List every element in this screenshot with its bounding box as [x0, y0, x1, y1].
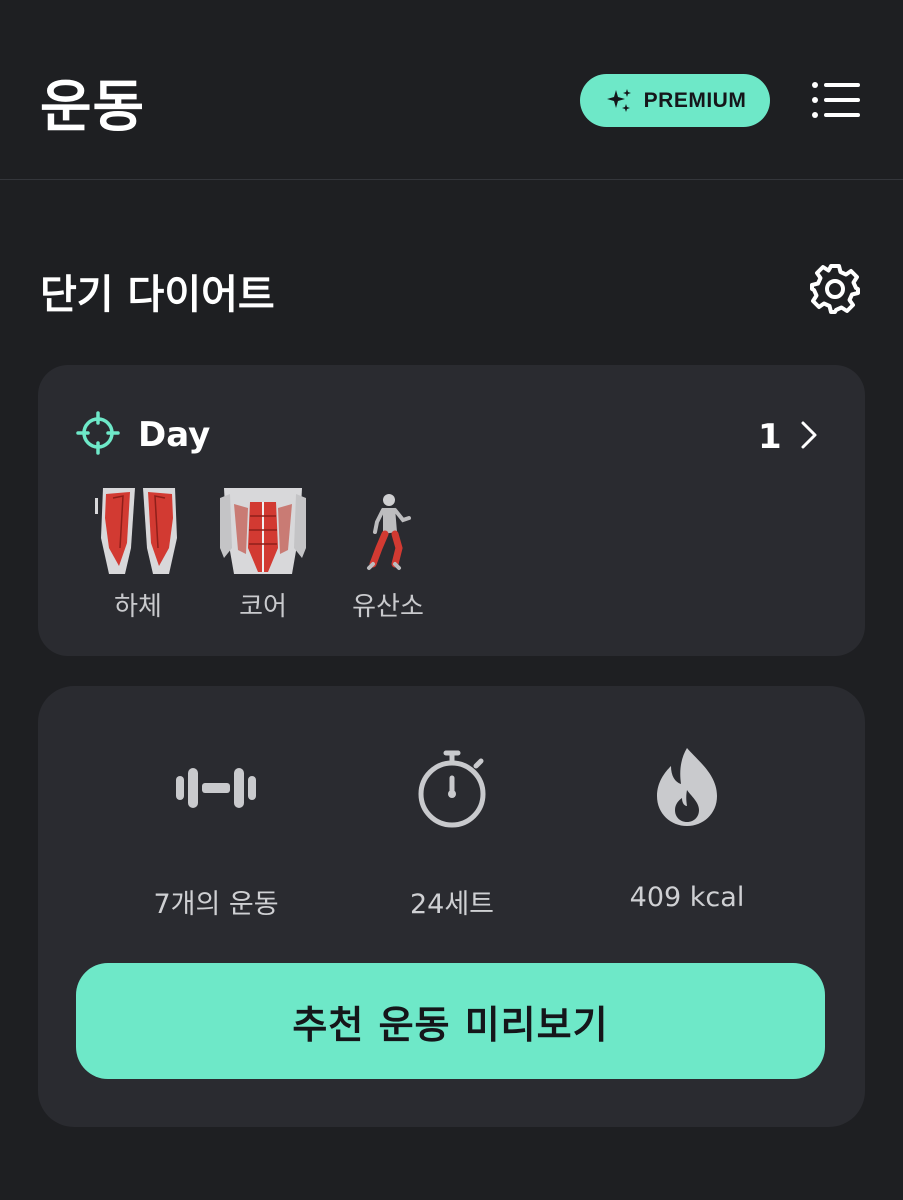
day-card[interactable]: Day 1 하체 코어 유산소	[38, 365, 865, 656]
premium-button[interactable]: PREMIUM	[580, 74, 770, 127]
workout-summary-card: 7개의 운동 24세트 409 kcal 추천 운동 미리보기	[38, 686, 865, 1127]
exercise-count: 7개의 운동	[153, 889, 279, 920]
chevron-right-icon[interactable]	[798, 419, 820, 451]
muscle-label: 코어	[239, 592, 287, 622]
day-label: Day	[138, 415, 211, 455]
muscle-label: 하체	[114, 592, 162, 622]
cardio-runner-image	[367, 494, 411, 570]
core-muscle-image	[220, 488, 306, 574]
muscle-cardio: 유산소	[345, 488, 431, 623]
muscle-label: 유산소	[352, 592, 424, 622]
dumbbell-icon	[176, 768, 256, 808]
lower-body-muscle-image	[95, 488, 181, 574]
premium-label: PREMIUM	[643, 88, 747, 112]
calorie-count: 409 kcal	[629, 882, 745, 913]
flame-icon	[657, 748, 717, 826]
day-number: 1	[758, 417, 782, 457]
stat-exercises: 7개의 운동	[96, 746, 336, 921]
plan-title: 단기 다이어트	[40, 272, 275, 318]
stat-sets: 24세트	[332, 746, 572, 921]
set-count: 24세트	[409, 889, 495, 920]
page-title: 운동	[40, 75, 146, 140]
stopwatch-icon	[418, 750, 486, 828]
muscle-core: 코어	[220, 488, 306, 623]
app-header: 운동 PREMIUM	[0, 0, 903, 180]
sparkle-icon	[606, 88, 631, 112]
gear-icon[interactable]	[808, 262, 862, 316]
muscle-lower-body: 하체	[95, 488, 181, 623]
target-icon	[76, 411, 120, 455]
preview-workout-button[interactable]: 추천 운동 미리보기	[76, 963, 825, 1079]
menu-list-icon[interactable]	[810, 80, 862, 120]
stat-calories: 409 kcal	[567, 746, 807, 913]
